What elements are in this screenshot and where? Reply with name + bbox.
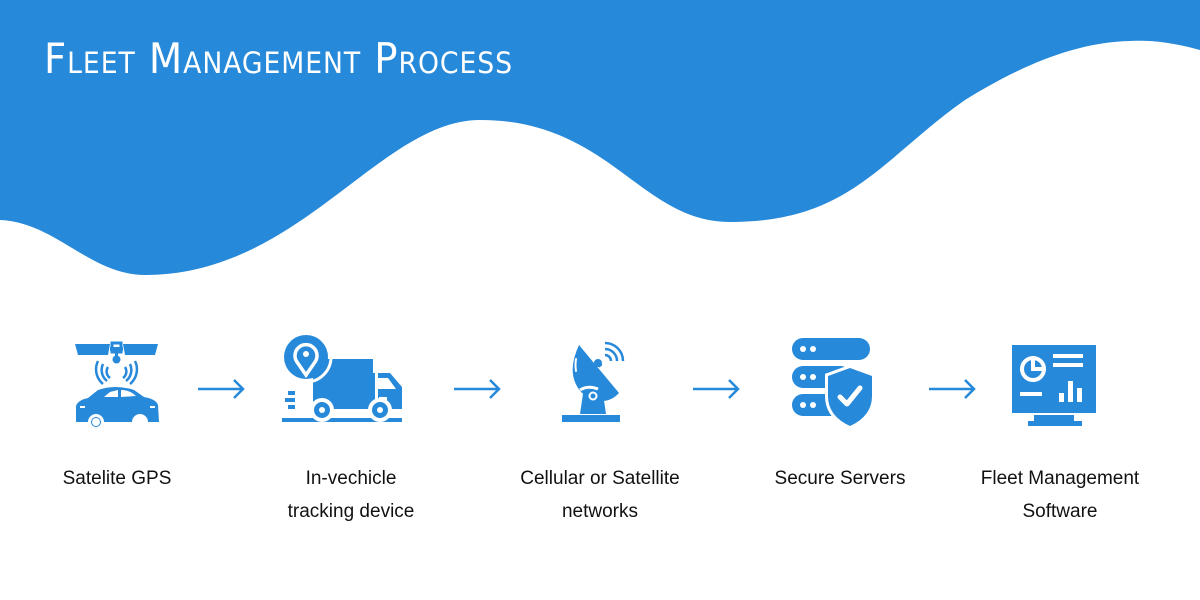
monitor-dashboard-icon — [1012, 345, 1096, 426]
arrow-right-icon — [929, 379, 976, 399]
satellite-dish-icon — [562, 341, 625, 422]
arrow-right-icon — [454, 379, 501, 399]
truck-location-pin-icon — [280, 335, 402, 422]
page-title: Fleet Management Process — [44, 34, 513, 83]
arrow-right-icon — [693, 379, 740, 399]
server-shield-icon — [792, 338, 875, 426]
step-label-tracking-device: In-vechicle tracking device — [287, 468, 415, 522]
step-label-secure-servers: Secure Servers — [774, 468, 906, 489]
arrow-right-icon — [198, 379, 245, 399]
step-label-fleet-software: Fleet Management Software — [980, 468, 1140, 522]
step-label-networks: Cellular or Satellite networks — [520, 468, 680, 522]
step-label-satellite-gps: Satelite GPS — [62, 468, 172, 489]
satellite-car-gps-icon — [75, 341, 159, 430]
